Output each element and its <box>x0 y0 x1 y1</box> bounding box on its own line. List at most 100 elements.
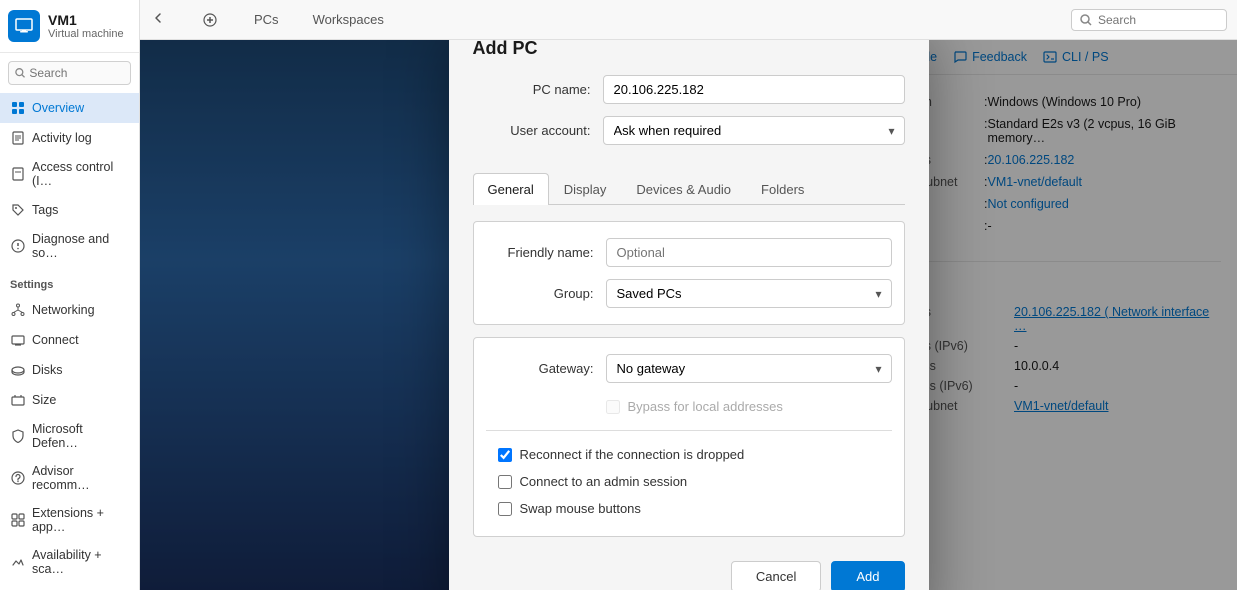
main-area: PCs Workspaces Open in mobile Feedback <box>140 0 1237 590</box>
tab-devices-audio[interactable]: Devices & Audio <box>621 173 746 205</box>
modal-header: Add PC <box>449 40 929 75</box>
modal-footer: Cancel Add <box>449 549 929 590</box>
gateway-label: Gateway: <box>486 361 606 376</box>
top-tabs: PCs Workspaces <box>238 6 400 33</box>
diagnose-icon <box>10 238 26 254</box>
search-icon <box>15 67 25 79</box>
swap-checkbox[interactable] <box>498 502 512 516</box>
modal-overlay: Add PC PC name: User account: <box>140 40 1237 590</box>
sidebar-item-label: Advisor recomm… <box>32 464 129 492</box>
tab-folders[interactable]: Folders <box>746 173 819 205</box>
sidebar-item-label: Extensions + app… <box>32 506 129 534</box>
overview-icon <box>10 100 26 116</box>
app-subtitle: Virtual machine <box>48 28 124 40</box>
sidebar-item-label: Disks <box>32 363 63 377</box>
bypass-row: Bypass for local addresses <box>486 395 892 418</box>
sidebar-item-label: Availability + sca… <box>32 548 129 576</box>
app-icon <box>8 10 40 42</box>
sidebar-item-extensions[interactable]: Extensions + app… <box>0 499 139 541</box>
tab-pcs[interactable]: PCs <box>238 6 295 33</box>
gateway-select[interactable]: No gateway <box>606 354 892 383</box>
access-control-icon <box>10 166 26 182</box>
sidebar-item-label: Overview <box>32 101 84 115</box>
tab-workspaces[interactable]: Workspaces <box>297 6 400 33</box>
sidebar-item-label: Microsoft Defen… <box>32 422 129 450</box>
user-account-select[interactable]: Ask when required Add User Account... <box>603 116 905 145</box>
availability-icon <box>10 554 26 570</box>
sidebar-item-tags[interactable]: Tags <box>0 195 139 225</box>
form-divider <box>486 430 892 431</box>
sidebar-item-advisor[interactable]: Advisor recomm… <box>0 457 139 499</box>
tab-general[interactable]: General <box>473 173 549 205</box>
friendly-name-input[interactable] <box>606 238 892 267</box>
sidebar-item-label: Access control (I… <box>32 160 129 188</box>
user-account-control: Ask when required Add User Account... <box>603 116 905 145</box>
defender-icon <box>10 428 26 444</box>
extensions-icon <box>10 512 26 528</box>
top-search-box[interactable] <box>1071 9 1227 31</box>
size-icon <box>10 392 26 408</box>
tags-icon <box>10 202 26 218</box>
disks-icon <box>10 362 26 378</box>
top-search-input[interactable] <box>1098 13 1218 27</box>
sidebar: VM1 Virtual machine Overview Activity lo… <box>0 0 140 590</box>
bypass-checkbox-row: Bypass for local addresses <box>606 395 783 418</box>
friendly-name-control <box>606 238 892 267</box>
activity-log-icon <box>10 130 26 146</box>
sidebar-item-connect[interactable]: Connect <box>0 325 139 355</box>
pc-name-input[interactable] <box>603 75 905 104</box>
advisor-icon <box>10 470 26 486</box>
group-row: Group: Saved PCs No Group <box>486 279 892 308</box>
sidebar-item-networking[interactable]: Networking <box>0 295 139 325</box>
sidebar-item-label: Diagnose and so… <box>32 232 129 260</box>
reconnect-label: Reconnect if the connection is dropped <box>520 447 745 462</box>
sidebar-item-label: Activity log <box>32 131 92 145</box>
sidebar-item-access-control[interactable]: Access control (I… <box>0 153 139 195</box>
networking-icon <box>10 302 26 318</box>
gateway-row: Gateway: No gateway <box>486 354 892 383</box>
tab-content: Friendly name: Group: Saved PCs No Group <box>449 221 929 537</box>
pc-name-row: PC name: <box>473 75 905 104</box>
sidebar-item-overview[interactable]: Overview <box>0 93 139 123</box>
modal-body: PC name: User account: Ask when required… <box>449 75 929 173</box>
group-select[interactable]: Saved PCs No Group <box>606 279 892 308</box>
sidebar-item-disks[interactable]: Disks <box>0 355 139 385</box>
gateway-control: No gateway <box>606 354 892 383</box>
sidebar-item-size[interactable]: Size <box>0 385 139 415</box>
sidebar-search-box[interactable] <box>8 61 131 85</box>
swap-row: Swap mouse buttons <box>498 497 892 520</box>
connect-icon <box>10 332 26 348</box>
sidebar-item-configuration[interactable]: Configuration <box>0 583 139 590</box>
sidebar-item-defender[interactable]: Microsoft Defen… <box>0 415 139 457</box>
sidebar-header: VM1 Virtual machine <box>0 0 139 53</box>
sidebar-nav: Overview Activity log Access control (I…… <box>0 93 139 590</box>
sidebar-item-label: Connect <box>32 333 79 347</box>
top-search-icon <box>1080 14 1092 26</box>
top-form-section: Friendly name: Group: Saved PCs No Group <box>473 221 905 325</box>
bypass-checkbox[interactable] <box>606 400 620 414</box>
app-title: VM1 <box>48 12 124 28</box>
sidebar-item-diagnose[interactable]: Diagnose and so… <box>0 225 139 267</box>
friendly-name-label: Friendly name: <box>486 245 606 260</box>
bypass-label: Bypass for local addresses <box>628 399 783 414</box>
reconnect-checkbox[interactable] <box>498 448 512 462</box>
add-pc-modal: Add PC PC name: User account: <box>449 40 929 590</box>
sidebar-item-activity-log[interactable]: Activity log <box>0 123 139 153</box>
admin-checkbox[interactable] <box>498 475 512 489</box>
admin-label: Connect to an admin session <box>520 474 688 489</box>
add-icon <box>202 12 218 28</box>
add-button[interactable]: Add <box>831 561 904 590</box>
reconnect-row: Reconnect if the connection is dropped <box>498 443 892 466</box>
sidebar-search-input[interactable] <box>29 66 124 80</box>
pc-name-label: PC name: <box>473 82 603 97</box>
cancel-button[interactable]: Cancel <box>731 561 821 590</box>
group-control: Saved PCs No Group <box>606 279 892 308</box>
back-btn <box>150 10 182 29</box>
friendly-name-row: Friendly name: <box>486 238 892 267</box>
tab-display[interactable]: Display <box>549 173 622 205</box>
group-label: Group: <box>486 286 606 301</box>
sidebar-item-label: Tags <box>32 203 58 217</box>
sidebar-item-availability[interactable]: Availability + sca… <box>0 541 139 583</box>
modal-tabs: General Display Devices & Audio Folders <box>473 173 905 205</box>
swap-label: Swap mouse buttons <box>520 501 641 516</box>
